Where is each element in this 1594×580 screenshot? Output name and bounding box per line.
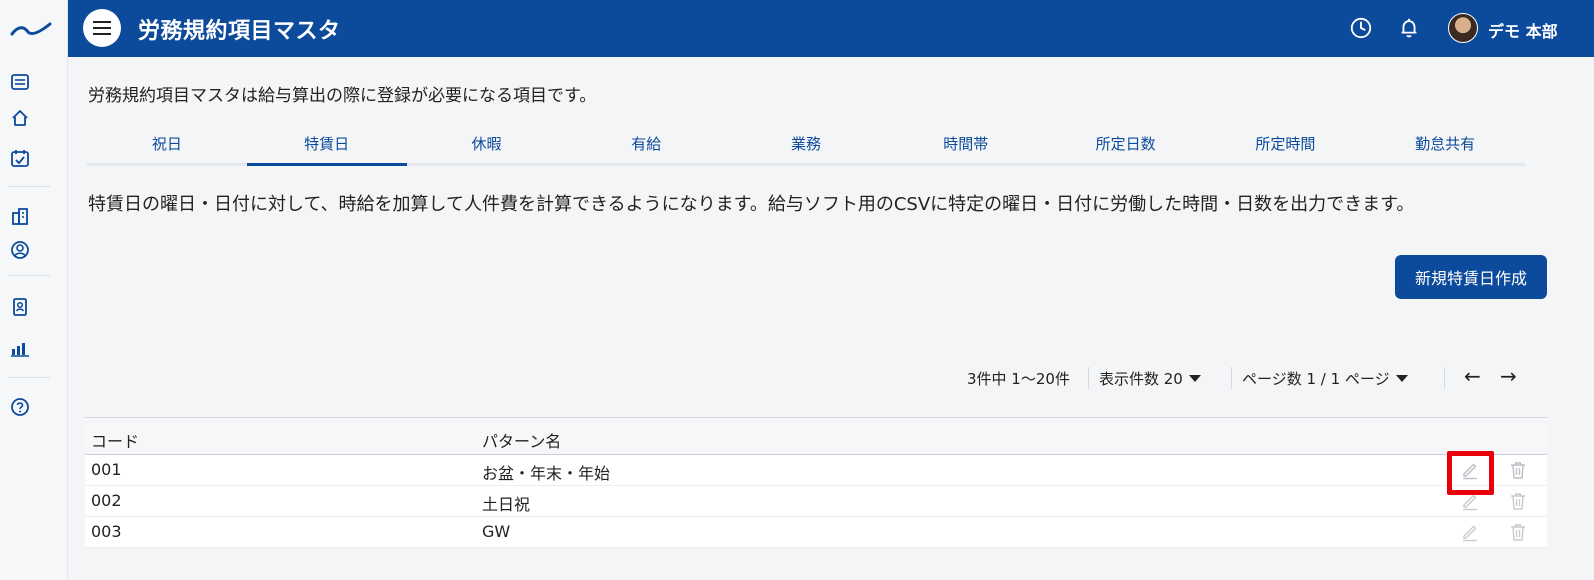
tab-scheduled-days[interactable]: 所定日数 (1046, 126, 1206, 163)
app-header: 労務規約項目マスタ デモ 本部 (68, 0, 1594, 57)
column-header-code: コード (91, 432, 140, 451)
avatar[interactable] (1448, 13, 1478, 43)
caret-down-icon (1395, 374, 1408, 382)
bell-icon[interactable] (1396, 15, 1422, 41)
row-pattern-name: 土日祝 (482, 495, 531, 514)
caret-down-icon (1188, 374, 1201, 382)
row-code: 002 (91, 491, 122, 510)
page-label: ページ数 1 / 1 ページ (1242, 369, 1390, 388)
tab-time-slot[interactable]: 時間帯 (886, 126, 1046, 163)
result-range: 3件中 1〜20件 (967, 369, 1070, 388)
page-select[interactable]: ページ数 1 / 1 ページ (1242, 365, 1408, 391)
tab-special-wage-day[interactable]: 特賃日 (246, 126, 407, 166)
column-header-pattern-name: パターン名 (482, 432, 562, 451)
clock-icon[interactable] (1348, 15, 1374, 41)
table-row: 003 GW (85, 517, 1547, 548)
tab-work[interactable]: 業務 (726, 126, 886, 163)
help-icon[interactable] (9, 396, 31, 418)
tab-description: 特賃日の曜日・日付に対して、時給を加算して人件費を計算できるようになります。給与… (88, 194, 1415, 215)
edit-pencil-icon[interactable] (1459, 459, 1481, 481)
trash-icon[interactable] (1507, 459, 1529, 481)
row-code: 003 (91, 522, 122, 541)
building-icon[interactable] (9, 205, 31, 227)
tab-vacation[interactable]: 休暇 (407, 126, 567, 163)
table-row: 001 お盆・年末・年始 (85, 455, 1547, 486)
tab-bar: 祝日 特賃日 休暇 有給 業務 時間帯 所定日数 所定時間 勤怠共有 (87, 126, 1525, 166)
edit-pencil-icon[interactable] (1459, 521, 1481, 543)
user-circle-icon[interactable] (9, 239, 31, 261)
create-special-wage-day-button[interactable]: 新規特賃日作成 (1395, 255, 1547, 299)
trash-icon[interactable] (1507, 490, 1529, 512)
special-wage-day-table: コード パターン名 001 お盆・年末・年始 002 土日祝 003 GW (85, 417, 1547, 548)
row-pattern-name: GW (482, 522, 511, 541)
per-page-select[interactable]: 表示件数 20 (1099, 365, 1201, 391)
tab-scheduled-hours[interactable]: 所定時間 (1205, 126, 1365, 163)
page-title: 労務規約項目マスタ (138, 19, 341, 44)
trash-icon[interactable] (1507, 521, 1529, 543)
tab-holiday[interactable]: 祝日 (87, 126, 247, 163)
list-icon[interactable] (9, 71, 31, 93)
bar-chart-icon[interactable] (9, 337, 31, 359)
edit-pencil-icon[interactable] (1459, 490, 1481, 512)
next-page-button[interactable]: → (1500, 364, 1517, 388)
page-description: 労務規約項目マスタは給与算出の際に登録が必要になる項目です。 (88, 86, 597, 106)
user-name[interactable]: デモ 本部 (1488, 18, 1558, 42)
side-rail (0, 0, 68, 580)
table-header: コード パターン名 (85, 417, 1547, 455)
table-row: 002 土日祝 (85, 486, 1547, 517)
per-page-label: 表示件数 20 (1099, 369, 1183, 388)
prev-page-button[interactable]: ← (1464, 364, 1481, 388)
logo-icon (10, 22, 52, 36)
hamburger-icon (93, 21, 111, 35)
id-badge-icon[interactable] (9, 296, 31, 318)
tab-attendance-sharing[interactable]: 勤怠共有 (1365, 126, 1525, 163)
row-code: 001 (91, 460, 122, 479)
hamburger-menu-button[interactable] (83, 9, 121, 47)
row-pattern-name: お盆・年末・年始 (482, 464, 611, 483)
calendar-check-icon[interactable] (9, 147, 31, 169)
home-icon[interactable] (9, 107, 31, 129)
tab-paid-leave[interactable]: 有給 (566, 126, 726, 163)
